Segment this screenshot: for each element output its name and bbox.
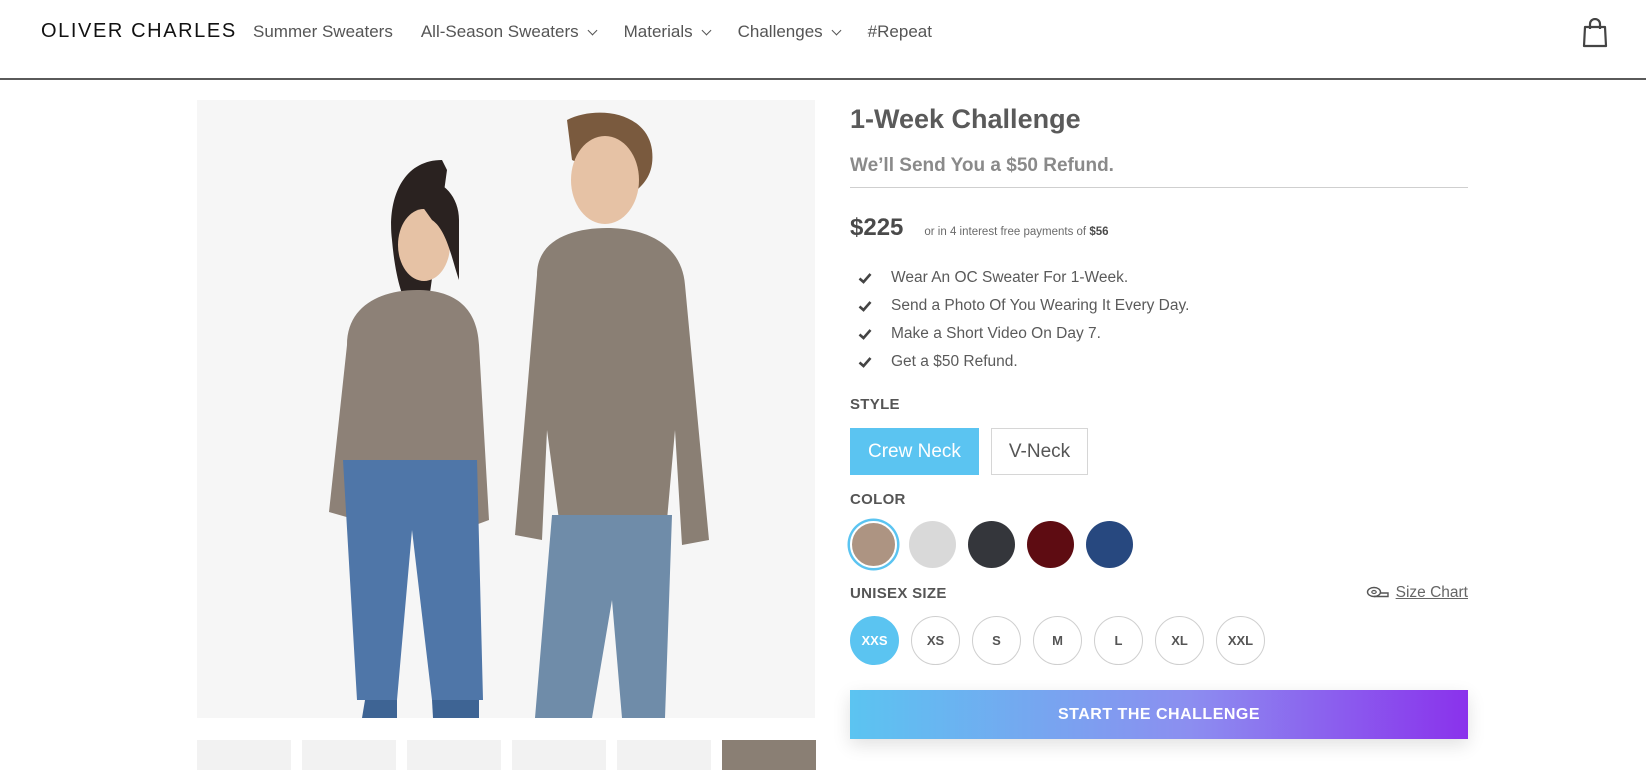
- size-chart-label: Size Chart: [1395, 584, 1468, 601]
- product-image[interactable]: [197, 100, 815, 718]
- product-subtitle: We’ll Send You a $50 Refund.: [850, 155, 1468, 188]
- nav-item-all-season-sweaters[interactable]: All-Season Sweaters: [420, 22, 598, 42]
- nav-item-label: Materials: [623, 22, 693, 41]
- style-option-crew-neck[interactable]: Crew Neck: [850, 428, 979, 475]
- feature-list: Wear An OC Sweater For 1-Week. Send a Ph…: [850, 264, 1468, 376]
- start-challenge-button[interactable]: START THE CHALLENGE: [850, 690, 1468, 739]
- size-option-m[interactable]: M: [1033, 616, 1082, 665]
- feature-text: Make a Short Video On Day 7.: [891, 325, 1101, 342]
- shopping-bag-icon[interactable]: [1582, 18, 1608, 48]
- color-swatch-light-gray[interactable]: [909, 521, 956, 568]
- brand-logo[interactable]: OLIVER CHARLES: [41, 20, 237, 43]
- color-swatches: [850, 521, 1468, 568]
- tape-measure-icon: [1366, 586, 1389, 598]
- nav-item-label: #Repeat: [867, 22, 932, 41]
- feature-text: Get a $50 Refund.: [891, 353, 1018, 370]
- nav-item-materials[interactable]: Materials: [623, 22, 712, 42]
- color-swatch-navy[interactable]: [1086, 521, 1133, 568]
- feature-text: Wear An OC Sweater For 1-Week.: [891, 269, 1129, 286]
- product-photo: [197, 100, 815, 718]
- site-header: OLIVER CHARLES Summer Sweaters All-Seaso…: [0, 0, 1646, 80]
- price-row: $225 or in 4 interest free payments of $…: [850, 214, 1468, 242]
- main-nav: Summer Sweaters All-Season Sweaters Mate…: [253, 22, 960, 42]
- style-options: Crew Neck V-Neck: [850, 428, 1468, 475]
- check-icon: [858, 357, 872, 368]
- nav-item-summer-sweaters[interactable]: Summer Sweaters: [253, 22, 393, 42]
- nav-item-label: Summer Sweaters: [253, 22, 393, 41]
- size-option-xxl[interactable]: XXL: [1216, 616, 1265, 665]
- size-chart-link[interactable]: Size Chart: [1366, 584, 1468, 602]
- size-label: UNISEX SIZE: [850, 584, 947, 602]
- product-title: 1-Week Challenge: [850, 104, 1081, 134]
- size-header: UNISEX SIZE Size Chart: [850, 584, 1468, 602]
- list-item: Send a Photo Of You Wearing It Every Day…: [850, 292, 1468, 320]
- product-price: $225: [850, 214, 904, 241]
- list-item: Make a Short Video On Day 7.: [850, 320, 1468, 348]
- chevron-down-icon: [831, 25, 842, 35]
- installments-text: or in 4 interest free payments of: [924, 226, 1087, 238]
- style-label: STYLE: [850, 396, 900, 413]
- nav-item-repeat[interactable]: #Repeat: [868, 22, 932, 42]
- size-option-xs[interactable]: XS: [911, 616, 960, 665]
- color-swatch-oatmeal[interactable]: [850, 521, 897, 568]
- nav-item-challenges[interactable]: Challenges: [737, 22, 842, 42]
- size-option-s[interactable]: S: [972, 616, 1021, 665]
- chevron-down-icon: [701, 25, 712, 35]
- chevron-down-icon: [587, 25, 598, 35]
- nav-item-label: All-Season Sweaters: [420, 22, 579, 41]
- color-swatch-burgundy[interactable]: [1027, 521, 1074, 568]
- product-details: 1-Week Challenge We’ll Send You a $50 Re…: [850, 100, 1468, 739]
- size-options: XXS XS S M L XL XXL: [850, 616, 1468, 665]
- style-option-v-neck[interactable]: V-Neck: [990, 428, 1089, 475]
- size-option-xxs[interactable]: XXS: [850, 616, 899, 665]
- color-swatch-charcoal[interactable]: [968, 521, 1015, 568]
- installments-note: or in 4 interest free payments of $56: [924, 226, 1108, 238]
- size-option-xl[interactable]: XL: [1155, 616, 1204, 665]
- feature-text: Send a Photo Of You Wearing It Every Day…: [891, 297, 1190, 314]
- check-icon: [858, 301, 872, 312]
- check-icon: [858, 329, 872, 340]
- size-option-l[interactable]: L: [1094, 616, 1143, 665]
- check-icon: [858, 273, 872, 284]
- nav-item-label: Challenges: [737, 22, 823, 41]
- list-item: Wear An OC Sweater For 1-Week.: [850, 264, 1468, 292]
- list-item: Get a $50 Refund.: [850, 348, 1468, 376]
- installments-amount: $56: [1089, 226, 1109, 238]
- color-label: COLOR: [850, 491, 906, 508]
